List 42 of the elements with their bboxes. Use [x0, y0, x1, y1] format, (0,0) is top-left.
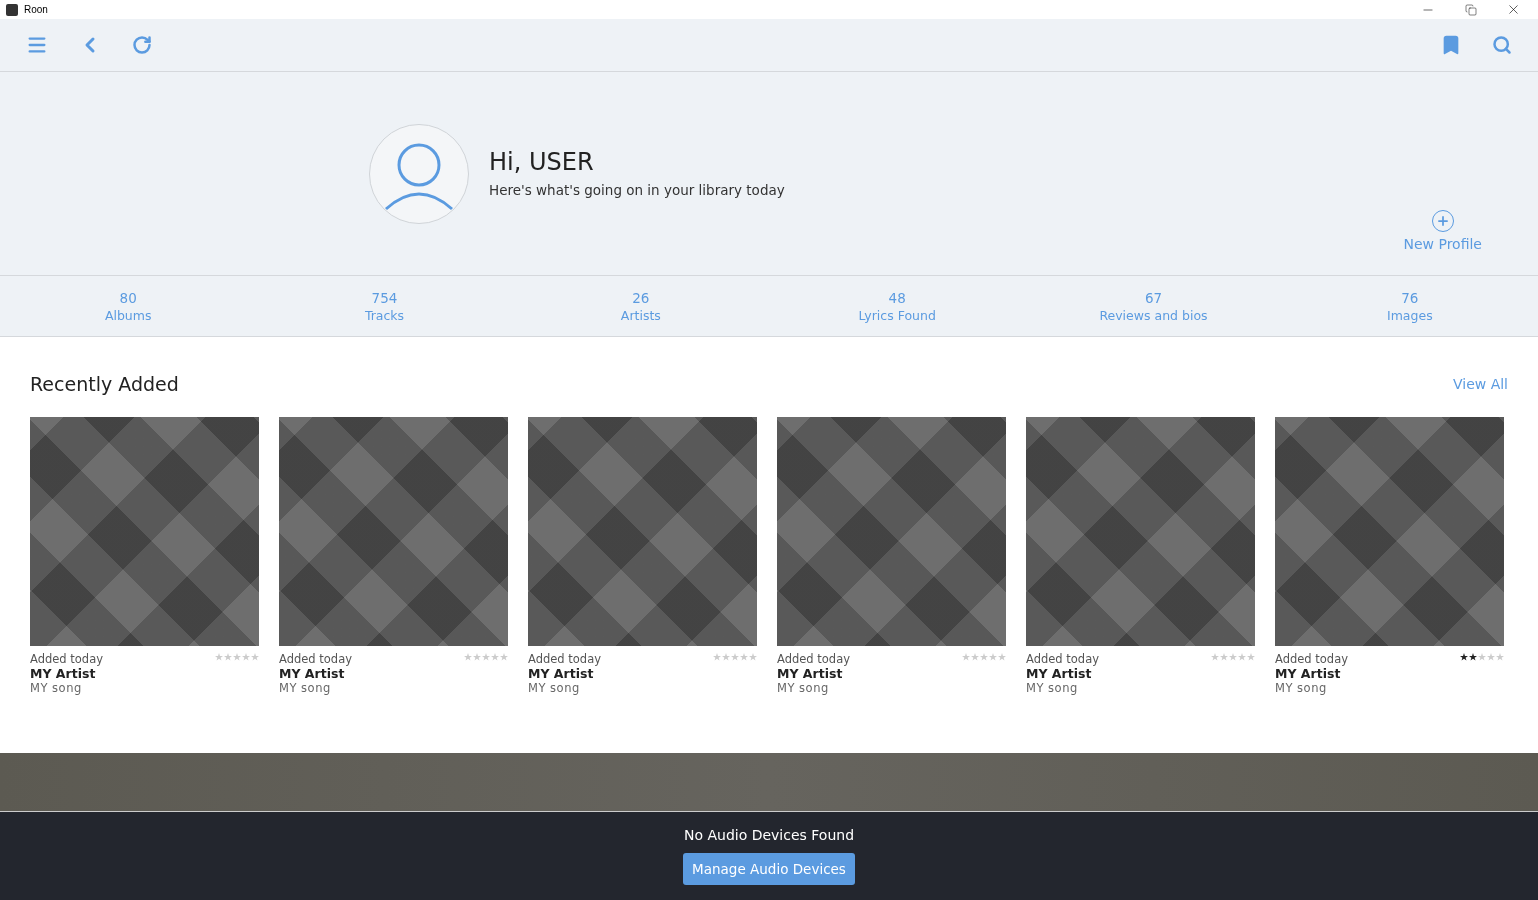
search-icon[interactable] — [1492, 35, 1512, 55]
stat-link[interactable]: 76 Images — [1281, 276, 1538, 336]
stat-link[interactable]: 754 Tracks — [256, 276, 513, 336]
song-title: MY song — [30, 681, 83, 695]
artist-name[interactable]: MY Artist — [30, 666, 259, 681]
stat-link[interactable]: 80 Albums — [0, 276, 257, 336]
album-art[interactable] — [777, 417, 1006, 646]
new-profile-button[interactable]: New Profile — [1397, 209, 1488, 253]
artist-name[interactable]: MY Artist — [528, 666, 757, 681]
album-art[interactable] — [1026, 417, 1255, 646]
greeting-title: Hi, USER — [489, 148, 595, 176]
artist-name[interactable]: MY Artist — [777, 666, 1006, 681]
stat-link[interactable]: 48 Lyrics Found — [769, 276, 1026, 336]
status-message: No Audio Devices Found — [683, 827, 855, 843]
song-title: MY song — [777, 681, 830, 695]
window-title: Roon — [24, 4, 49, 15]
stat-link[interactable]: 67 Reviews and bios — [1025, 276, 1282, 336]
greeting-subtitle: Here's what's going on in your library today — [489, 182, 785, 198]
added-date: Added today — [279, 652, 352, 666]
added-date: Added today — [30, 652, 103, 666]
song-title: MY song — [528, 681, 581, 695]
song-title: MY song — [279, 681, 332, 695]
added-date: Added today — [1026, 652, 1099, 666]
added-date: Added today — [528, 652, 601, 666]
refresh-icon[interactable] — [132, 35, 152, 55]
added-date: Added today — [1275, 652, 1348, 666]
album-art[interactable] — [528, 417, 757, 646]
song-title: MY song — [1026, 681, 1079, 695]
artist-name[interactable]: MY Artist — [1275, 666, 1504, 681]
section-title: Recently Added — [30, 373, 179, 395]
album-art[interactable] — [30, 417, 259, 646]
added-date: Added today — [777, 652, 850, 666]
song-title: MY song — [1275, 681, 1328, 695]
artist-name[interactable]: MY Artist — [279, 666, 508, 681]
manage-audio-devices-button[interactable]: Manage Audio Devices — [683, 853, 855, 885]
menu-icon[interactable] — [26, 34, 48, 56]
app-icon — [6, 3, 18, 16]
album-art[interactable] — [279, 417, 508, 646]
view-all-link[interactable]: View All — [1452, 376, 1508, 392]
artist-name[interactable]: MY Artist — [1026, 666, 1255, 681]
album-art[interactable] — [1275, 417, 1504, 646]
stat-link[interactable]: 26 Artists — [512, 276, 769, 336]
